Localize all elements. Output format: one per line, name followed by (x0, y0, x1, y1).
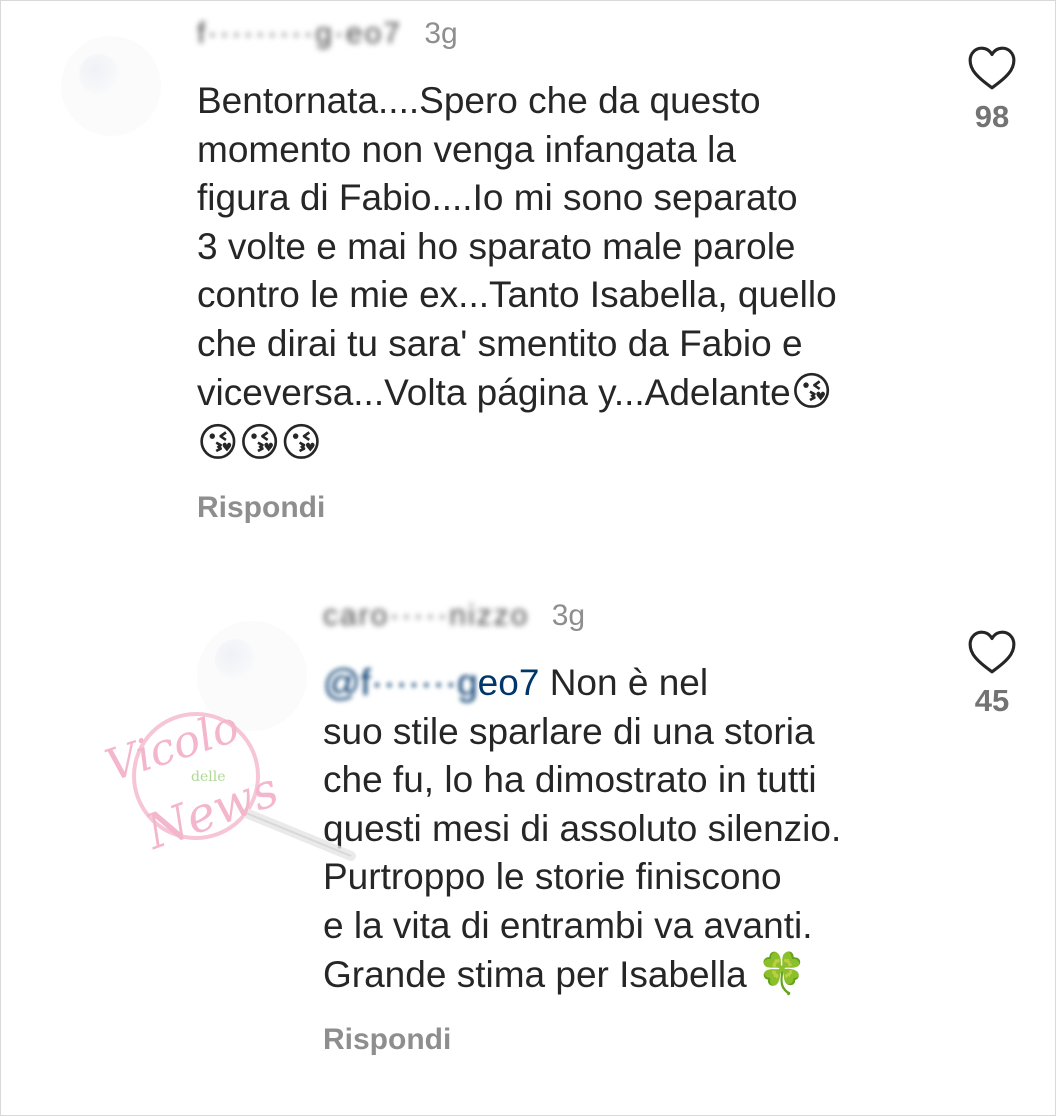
comment-text: @f·······gео7 Non è nel suo stile sparla… (323, 659, 943, 1000)
mention-link-tail[interactable]: ео7 (478, 662, 540, 703)
username[interactable]: carо·····nizzo (323, 599, 529, 633)
avatar[interactable] (197, 621, 307, 731)
timestamp: 3g (424, 17, 458, 50)
heart-outline-icon[interactable] (967, 629, 1017, 675)
comment-1: f·········g·ео7 3g Bentornata....Spero c… (1, 1, 1055, 561)
timestamp: 3g (551, 599, 586, 632)
comment-header: f·········g·ео7 3g (197, 17, 458, 51)
kiss-emoji-icon: 😘 (790, 369, 833, 415)
comment-body: Non è nel suo stile sparlare di una stor… (323, 662, 842, 995)
like-count: 45 (974, 683, 1010, 718)
like-count: 98 (974, 99, 1010, 134)
reply-button[interactable]: Rispondi (197, 491, 325, 525)
comment-body: Bentornata....Spero che da questo moment… (197, 80, 837, 413)
avatar[interactable] (61, 36, 161, 136)
comment-2: carо·····nizzo 3g @f·······gео7 Non è ne… (1, 591, 1055, 1091)
like-control: 98 (960, 45, 1024, 135)
comment-header: carо·····nizzo 3g (323, 599, 585, 633)
comment-text: Bentornata....Spero che da questo moment… (197, 77, 937, 468)
username[interactable]: f·········g·ео7 (197, 17, 402, 51)
mention-link[interactable]: @f·······g (323, 662, 478, 703)
kiss-emoji-row: 😘😘😘 (197, 419, 323, 466)
like-control: 45 (960, 629, 1024, 719)
heart-outline-icon[interactable] (967, 45, 1017, 91)
clover-emoji-icon: 🍀 (756, 951, 807, 997)
reply-button[interactable]: Rispondi (323, 1023, 451, 1057)
comments-screen: f·········g·ео7 3g Bentornata....Spero c… (0, 0, 1056, 1116)
